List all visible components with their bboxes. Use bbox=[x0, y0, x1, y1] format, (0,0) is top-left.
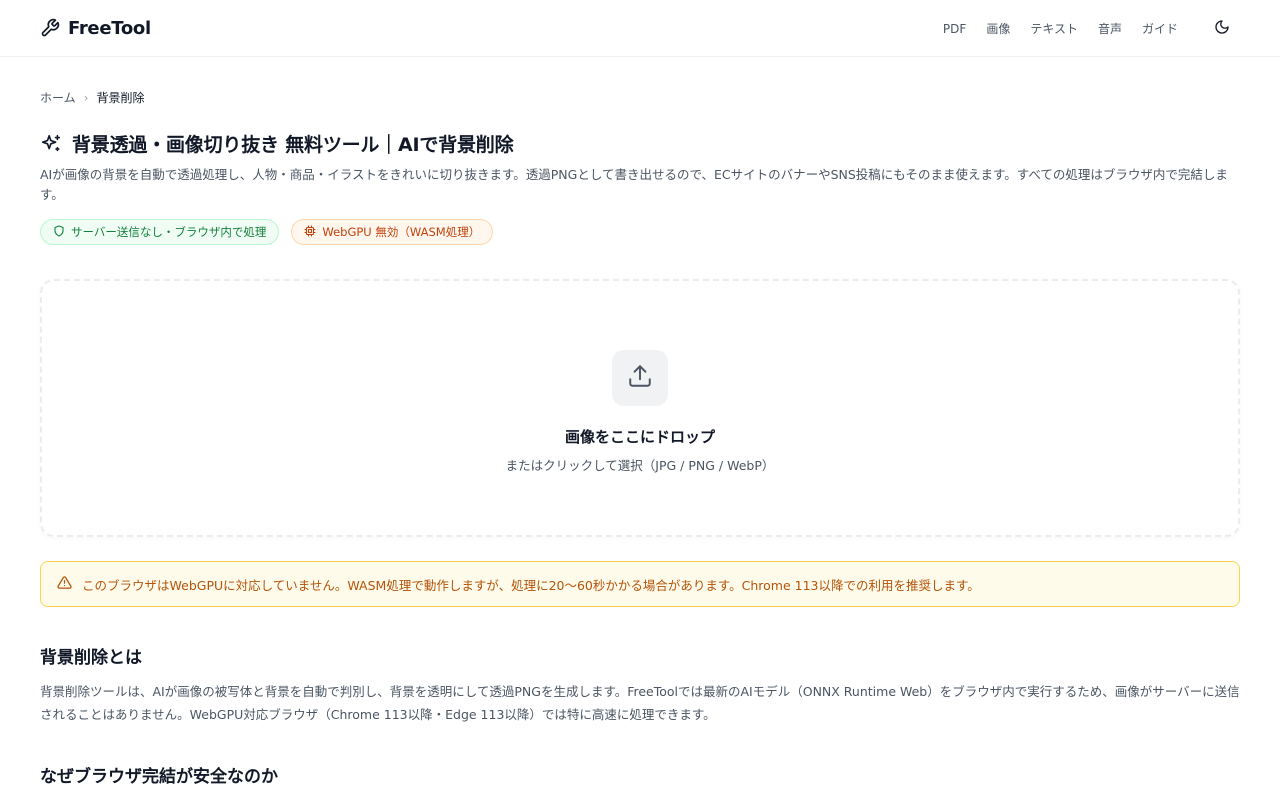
nav-guide[interactable]: ガイド bbox=[1142, 20, 1178, 37]
badge-row: サーバー送信なし・ブラウザ内で処理 WebGPU 無効（WASM処理） bbox=[40, 219, 1240, 245]
warning-text: このブラウザはWebGPUに対応していません。WASM処理で動作しますが、処理に… bbox=[82, 577, 980, 593]
title-row: 背景透過・画像切り抜き 無料ツール｜AIで背景削除 bbox=[40, 130, 1240, 157]
privacy-badge-label: サーバー送信なし・ブラウザ内で処理 bbox=[71, 225, 267, 239]
site-header: FreeTool PDF 画像 テキスト 音声 ガイド bbox=[0, 0, 1280, 57]
page-description: AIが画像の背景を自動で透過処理し、人物・商品・イラストをきれいに切り抜きます。… bbox=[40, 167, 1228, 202]
warning-triangle-icon bbox=[57, 575, 72, 593]
breadcrumb-home-link[interactable]: ホーム bbox=[40, 89, 76, 106]
upload-icon bbox=[627, 363, 653, 393]
section-heading-about: 背景削除とは bbox=[40, 648, 142, 668]
breadcrumb-current: 背景削除 bbox=[96, 91, 145, 105]
section-body-about: 背景削除ツールは、AIが画像の被写体と背景を自動で判別し、背景を透明にして透過P… bbox=[40, 684, 1240, 722]
main-content: ホーム › 背景削除 背景透過・画像切り抜き 無料ツール｜AIで背景削除 AIが… bbox=[0, 89, 1280, 787]
shield-icon bbox=[53, 224, 65, 240]
nav-pdf[interactable]: PDF bbox=[943, 22, 966, 36]
image-dropzone[interactable]: 画像をここにドロップ またはクリックして選択（JPG / PNG / WebP） bbox=[40, 279, 1240, 537]
dropzone-title: 画像をここにドロップ bbox=[564, 428, 715, 446]
dropzone-subtitle: またはクリックして選択（JPG / PNG / WebP） bbox=[505, 458, 775, 473]
sparkles-icon bbox=[40, 133, 62, 155]
nav-text[interactable]: テキスト bbox=[1030, 20, 1078, 37]
moon-icon bbox=[1214, 19, 1230, 39]
webgpu-badge-label: WebGPU 無効（WASM処理） bbox=[322, 225, 481, 239]
section-heading-safety: なぜブラウザ完結が安全なのか bbox=[40, 767, 278, 787]
brand-name: FreeTool bbox=[68, 17, 151, 39]
theme-toggle-button[interactable] bbox=[1204, 11, 1240, 47]
webgpu-warning-banner: このブラウザはWebGPUに対応していません。WASM処理で動作しますが、処理に… bbox=[40, 561, 1240, 607]
main-nav: PDF 画像 テキスト 音声 ガイド bbox=[943, 0, 1240, 57]
logo[interactable]: FreeTool bbox=[40, 18, 151, 39]
upload-icon-box bbox=[612, 350, 668, 406]
chip-icon bbox=[304, 224, 316, 240]
nav-image[interactable]: 画像 bbox=[986, 20, 1010, 37]
webgpu-badge: WebGPU 無効（WASM処理） bbox=[291, 219, 494, 245]
privacy-badge: サーバー送信なし・ブラウザ内で処理 bbox=[40, 219, 280, 245]
chevron-right-icon: › bbox=[83, 90, 89, 105]
nav-audio[interactable]: 音声 bbox=[1098, 20, 1122, 37]
wrench-icon bbox=[40, 18, 60, 38]
breadcrumb: ホーム › 背景削除 bbox=[40, 89, 1240, 106]
page-title: 背景透過・画像切り抜き 無料ツール｜AIで背景削除 bbox=[72, 134, 514, 156]
